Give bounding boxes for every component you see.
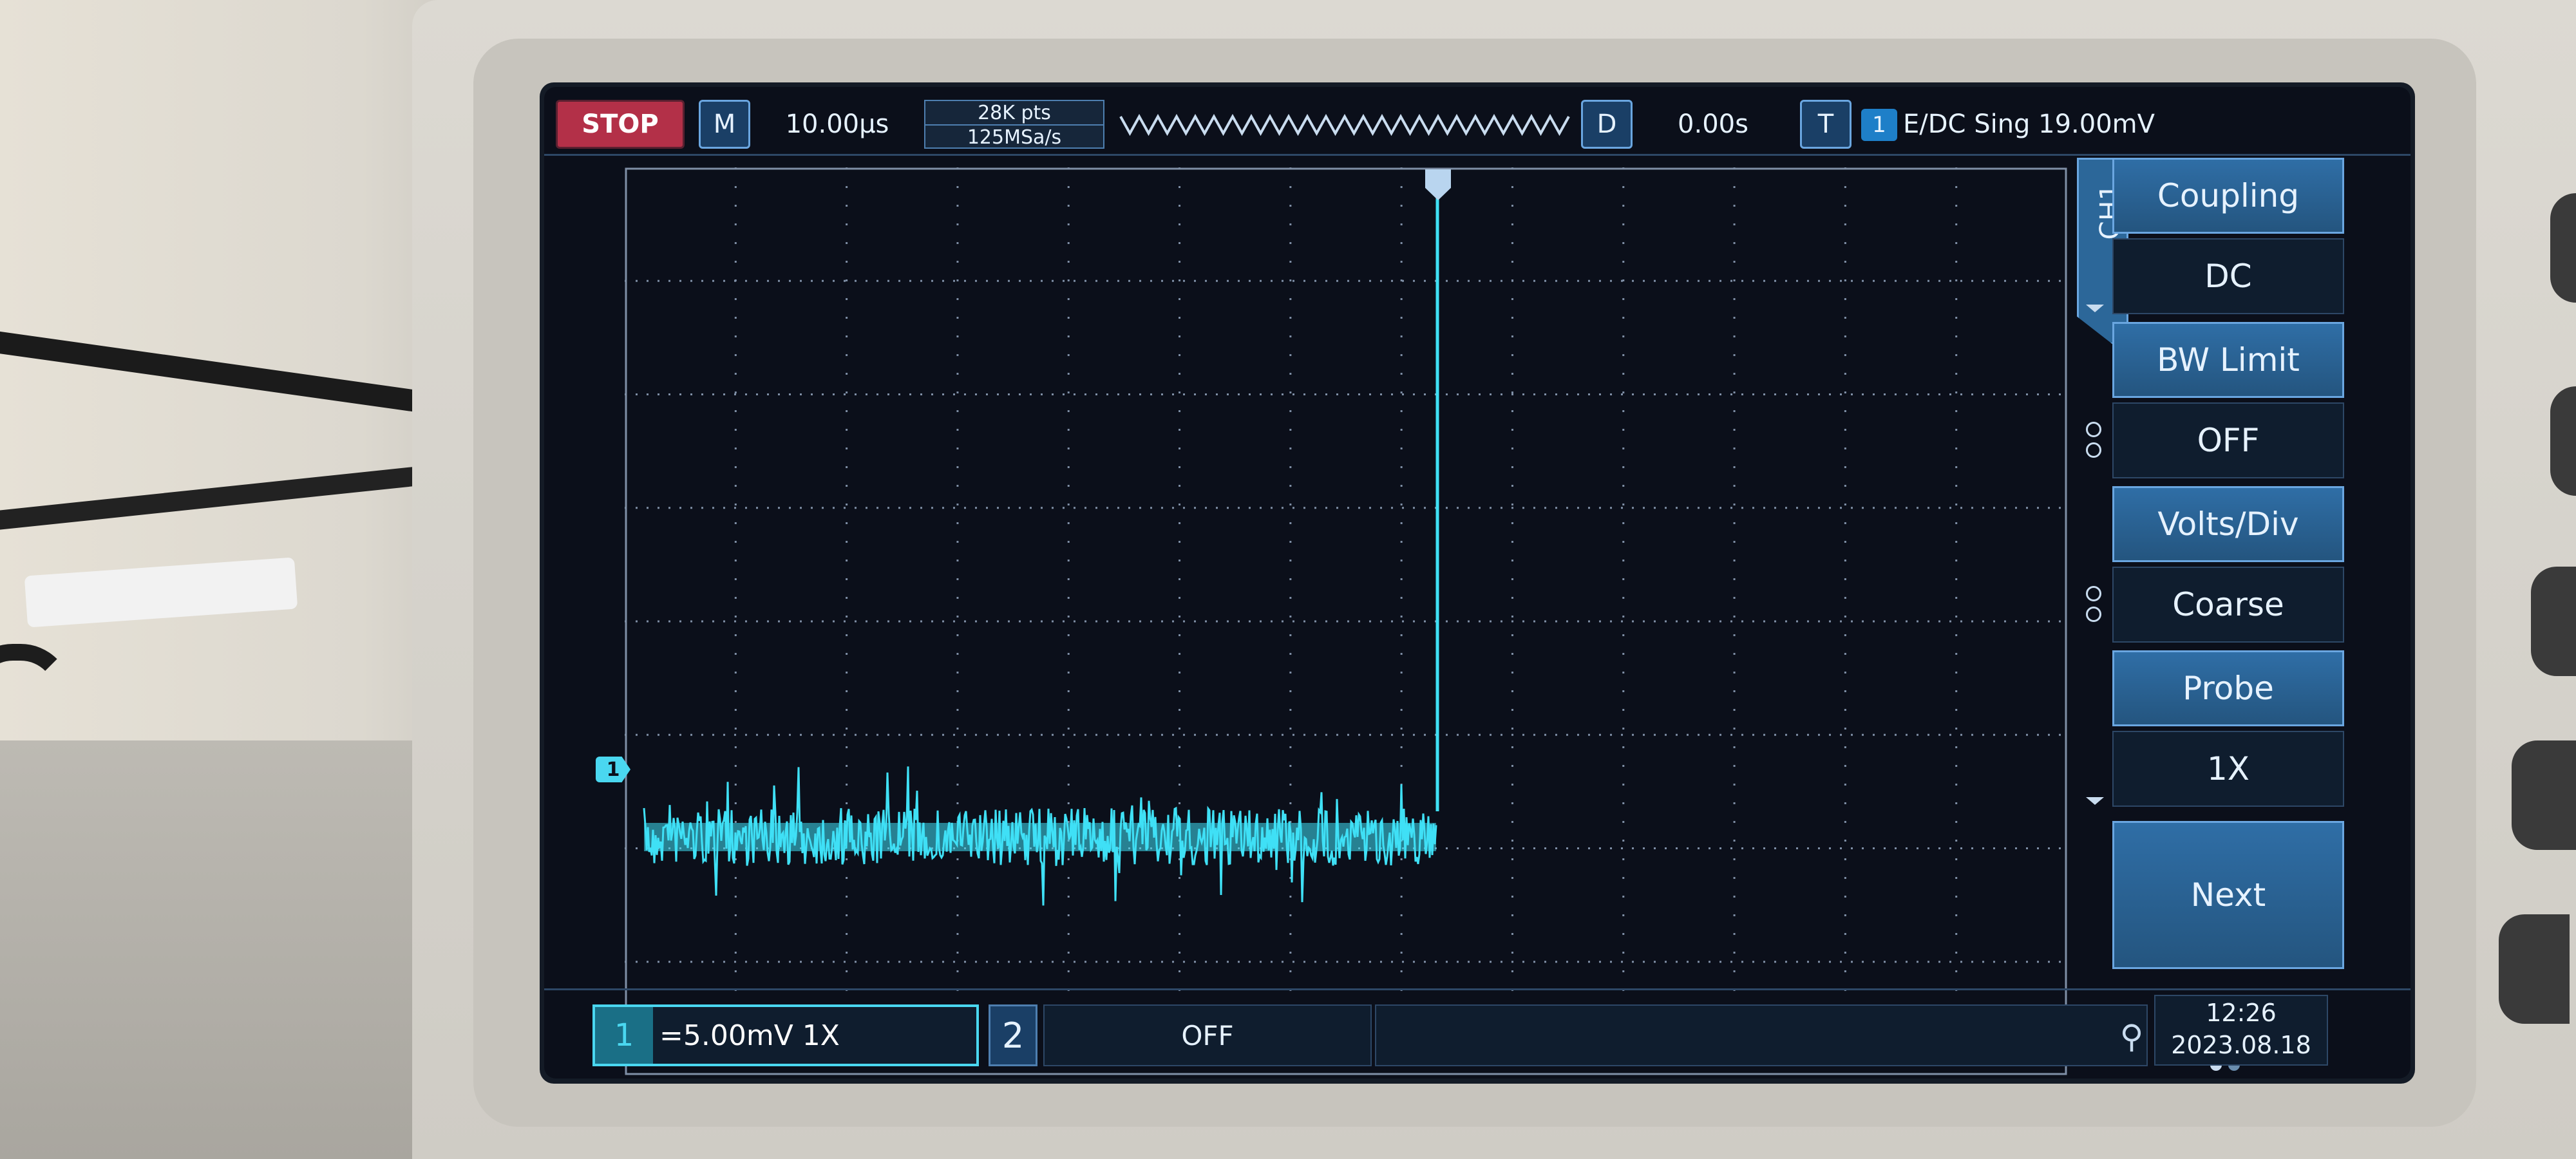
next-label: Next bbox=[2190, 876, 2266, 914]
main-timebase-icon: M bbox=[699, 100, 750, 149]
trigger-icon-label: T bbox=[1817, 109, 1834, 139]
desk-surface bbox=[0, 740, 464, 1159]
clock-date: 2023.08.18 bbox=[2171, 1031, 2311, 1059]
probe-value[interactable]: 1X bbox=[2112, 731, 2344, 807]
bw-limit-button[interactable]: BW Limit bbox=[2112, 322, 2344, 398]
softkey-button[interactable] bbox=[2531, 567, 2576, 676]
divider bbox=[544, 988, 2410, 990]
status-area bbox=[1375, 1004, 2148, 1066]
bw-limit-value[interactable]: OFF bbox=[2112, 402, 2344, 478]
sample-rate: 125MSa/s bbox=[925, 124, 1103, 149]
coupling-value-text: DC bbox=[2204, 258, 2252, 295]
volts-div-button[interactable]: Volts/Div bbox=[2112, 486, 2344, 562]
trigger-settings-text: E/DC Sing 19.00mV bbox=[1903, 109, 2155, 139]
acquisition-info: 28K pts 125MSa/s bbox=[924, 100, 1104, 149]
ch1-scale: =5.00mV 1X bbox=[659, 1019, 840, 1052]
chevron-down-icon bbox=[2086, 797, 2104, 805]
delay-readout: 0.00s bbox=[1639, 100, 1787, 149]
channel-menu: CH1 Coupling DC BW Limit OFF Volts/Div C… bbox=[2077, 158, 2380, 1072]
trigger-settings: E/DC Sing 19.00mV bbox=[1903, 100, 2238, 149]
trigger-channel-label: 1 bbox=[1872, 112, 1886, 138]
toggle-icon bbox=[2086, 422, 2101, 460]
ch2-number[interactable]: 2 bbox=[989, 1004, 1037, 1066]
probe-value-text: 1X bbox=[2206, 750, 2250, 787]
probe-button[interactable]: Probe bbox=[2112, 650, 2344, 726]
memory-overview-icon bbox=[1114, 100, 1578, 149]
ch1-trace bbox=[643, 187, 1439, 906]
softkey-button[interactable] bbox=[2512, 740, 2576, 850]
ch1-status[interactable]: 1 =5.00mV 1X bbox=[592, 1004, 979, 1066]
usb-icon: ⚲ bbox=[2119, 1018, 2144, 1055]
delay-icon: D bbox=[1581, 100, 1633, 149]
bw-limit-value-text: OFF bbox=[2197, 422, 2260, 459]
memory-depth: 28K pts bbox=[978, 101, 1051, 124]
timebase-value: 10.00μs bbox=[785, 109, 889, 139]
oscilloscope-screen: STOP M 10.00μs 28K pts 125MSa/s D 0.00s … bbox=[544, 87, 2410, 1079]
coupling-button[interactable]: Coupling bbox=[2112, 158, 2344, 234]
next-page-button[interactable]: Next bbox=[2112, 821, 2344, 969]
ch2-status[interactable]: OFF bbox=[1043, 1004, 1372, 1066]
volts-div-value[interactable]: Coarse bbox=[2112, 567, 2344, 643]
run-stop-indicator[interactable]: STOP bbox=[556, 100, 685, 149]
coupling-label: Coupling bbox=[2157, 177, 2300, 214]
softkey-button[interactable] bbox=[2499, 914, 2570, 1024]
trigger-channel-badge: 1 bbox=[1861, 109, 1897, 141]
softkey-button[interactable] bbox=[2550, 193, 2576, 303]
waveform-display bbox=[625, 167, 2067, 1075]
timebase-readout: 10.00μs bbox=[763, 100, 911, 149]
volts-div-label: Volts/Div bbox=[2157, 505, 2299, 543]
bw-limit-label: BW Limit bbox=[2157, 341, 2300, 379]
probe-label: Probe bbox=[2183, 670, 2274, 707]
divider bbox=[544, 154, 2410, 156]
coupling-value[interactable]: DC bbox=[2112, 238, 2344, 314]
clock: 12:26 2023.08.18 bbox=[2154, 995, 2328, 1066]
delay-icon-label: D bbox=[1596, 109, 1617, 139]
ch1-marker-label: 1 bbox=[606, 758, 620, 781]
toggle-icon bbox=[2086, 586, 2101, 625]
clock-time: 12:26 bbox=[2206, 999, 2277, 1027]
run-state-label: STOP bbox=[582, 109, 659, 139]
ch1-number: 1 bbox=[595, 1007, 653, 1064]
trigger-icon: T bbox=[1800, 100, 1852, 149]
chevron-down-icon bbox=[2086, 305, 2104, 312]
softkey-button[interactable] bbox=[2550, 386, 2576, 496]
mode-icon-label: M bbox=[713, 109, 736, 139]
delay-value: 0.00s bbox=[1678, 109, 1748, 139]
volts-div-value-text: Coarse bbox=[2172, 586, 2284, 623]
ch1-noise-band bbox=[644, 823, 1436, 851]
